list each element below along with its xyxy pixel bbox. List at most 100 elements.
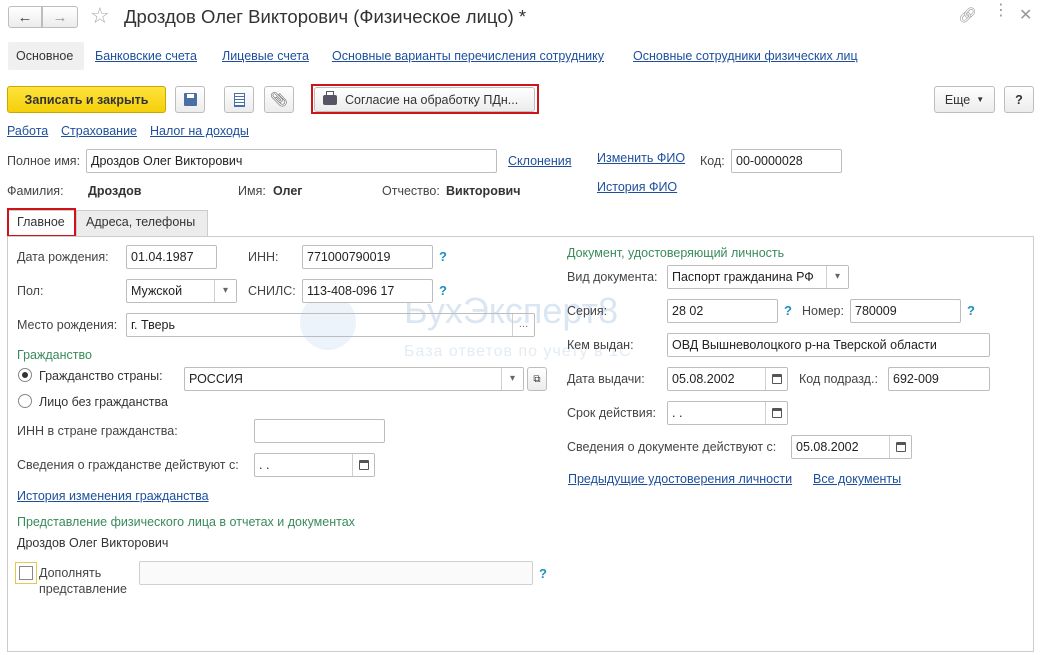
code-input[interactable]: 00-0000028 — [731, 149, 842, 173]
birth-place-input[interactable]: г. Тверь… — [126, 313, 535, 337]
link-icon[interactable]: 🔗︎ — [958, 6, 977, 24]
dropdown-arrow-icon: ▾ — [501, 368, 523, 390]
declensions-link[interactable]: Склонения — [508, 154, 572, 168]
gender-select[interactable]: Мужской ▾ — [126, 279, 237, 303]
inn-foreign-label: ИНН в стране гражданства: — [17, 424, 178, 438]
forward-button[interactable]: → — [42, 6, 78, 28]
full-name-input[interactable]: Дроздов Олег Викторович — [86, 149, 497, 173]
vertical-dots-icon[interactable]: ⋮ — [993, 3, 1009, 19]
dropdown-arrow-icon: ▾ — [826, 266, 848, 288]
tab-addresses-label: Адреса, телефоны — [86, 215, 196, 229]
snils-help-icon[interactable]: ? — [439, 283, 447, 298]
save-and-close-button[interactable]: Записать и закрыть — [7, 86, 166, 113]
help-button[interactable]: ? — [1004, 86, 1034, 113]
page-title: Дроздов Олег Викторович (Физическое лицо… — [124, 6, 527, 27]
attach-button[interactable]: 📎︎ — [264, 86, 294, 113]
doc-type-select[interactable]: Паспорт гражданина РФ ▾ — [667, 265, 849, 289]
change-fio-link[interactable]: Изменить ФИО — [597, 151, 685, 165]
validity-input[interactable]: . . — [667, 401, 788, 425]
series-help-icon[interactable]: ? — [784, 303, 792, 318]
calendar-icon[interactable] — [765, 368, 787, 390]
surname-label: Фамилия: — [7, 184, 64, 198]
supplement-input[interactable] — [139, 561, 533, 585]
gender-label: Пол: — [17, 284, 44, 298]
citizenship-from-label: Сведения о гражданстве действуют с: — [17, 458, 239, 472]
birth-place-label: Место рождения: — [17, 318, 118, 332]
supplement-label-2: представление — [39, 582, 127, 596]
supplement-label-1: Дополнять — [39, 566, 102, 580]
paperclip-icon: 📎︎ — [270, 91, 288, 107]
doc-header: Документ, удостоверяющий личность — [567, 246, 785, 260]
issue-date-input[interactable]: 05.08.2002 — [667, 367, 788, 391]
citizenship-from-input[interactable]: . . — [254, 453, 375, 477]
highlight-print-button — [311, 84, 539, 114]
radio-citizenship-country[interactable] — [18, 368, 32, 382]
doc-valid-from-input[interactable]: 05.08.2002 — [791, 435, 912, 459]
arrow-right-icon: → — [52, 8, 68, 26]
ellipsis-icon[interactable]: … — [512, 314, 534, 336]
representation-value: Дроздов Олег Викторович — [17, 536, 169, 550]
link-work[interactable]: Работа — [7, 124, 48, 138]
calendar-icon[interactable] — [352, 454, 374, 476]
nav-tab-main-label: Основное — [16, 49, 74, 63]
open-country-button[interactable]: ⧉ — [527, 367, 547, 391]
code-label: Код: — [700, 154, 725, 168]
name-value: Олег — [273, 184, 303, 198]
supplement-help-icon[interactable]: ? — [539, 566, 547, 581]
surname-value: Дроздов — [88, 184, 142, 198]
citizenship-history-link[interactable]: История изменения гражданства — [17, 489, 209, 503]
full-name-label: Полное имя: — [7, 154, 81, 168]
series-input[interactable]: 28 02 — [667, 299, 778, 323]
more-button[interactable]: Еще ▼ — [934, 86, 995, 113]
list-document-icon — [233, 92, 245, 107]
doc-valid-from-label: Сведения о документе действуют с: — [567, 440, 777, 454]
link-income-tax[interactable]: Налог на доходы — [150, 124, 249, 138]
all-docs-link[interactable]: Все документы — [813, 472, 901, 486]
representation-header: Представление физического лица в отчетах… — [17, 515, 355, 529]
radio-stateless[interactable] — [18, 394, 32, 408]
birth-date-label: Дата рождения: — [17, 250, 109, 264]
nav-tab-main-employees[interactable]: Основные сотрудники физических лиц — [633, 49, 858, 63]
dept-code-label: Код подразд.: — [799, 372, 878, 386]
star-icon[interactable]: ☆ — [90, 3, 110, 29]
citizenship-country-input[interactable]: РОССИЯ ▾ — [184, 367, 524, 391]
calendar-icon[interactable] — [765, 402, 787, 424]
citizenship-country-label: Гражданство страны: — [39, 369, 163, 383]
inn-foreign-input[interactable] — [254, 419, 385, 443]
arrow-left-icon: ← — [17, 8, 33, 26]
birth-date-input[interactable]: 01.04.1987 — [126, 245, 217, 269]
validity-label: Срок действия: — [567, 406, 656, 420]
number-input[interactable]: 780009 — [850, 299, 961, 323]
post-button[interactable] — [224, 86, 254, 113]
close-icon[interactable]: ✕ — [1019, 5, 1032, 25]
issued-by-input[interactable]: ОВД Вышневолоцкого р-на Тверской области — [667, 333, 990, 357]
supplement-checkbox[interactable] — [15, 562, 37, 584]
name-label: Имя: — [238, 184, 266, 198]
save-button[interactable] — [175, 86, 205, 113]
snils-label: СНИЛС: — [248, 284, 296, 298]
number-label: Номер: — [802, 304, 844, 318]
nav-tab-bank-accounts[interactable]: Банковские счета — [95, 49, 197, 63]
snils-input[interactable]: 113-408-096 17 — [302, 279, 433, 303]
dept-code-input[interactable]: 692-009 — [888, 367, 990, 391]
inn-input[interactable]: 771000790019 — [302, 245, 433, 269]
stateless-label: Лицо без гражданства — [39, 395, 168, 409]
issued-by-label: Кем выдан: — [567, 338, 634, 352]
nav-tab-personal-accounts[interactable]: Лицевые счета — [222, 49, 309, 63]
patronymic-label: Отчество: — [382, 184, 440, 198]
nav-tab-transfer-options[interactable]: Основные варианты перечисления сотрудник… — [332, 49, 604, 63]
floppy-disk-icon — [183, 93, 197, 106]
dropdown-arrow-icon: ▾ — [214, 280, 236, 302]
doc-type-label: Вид документа: — [567, 270, 658, 284]
link-insurance[interactable]: Страхование — [61, 124, 137, 138]
number-help-icon[interactable]: ? — [967, 303, 975, 318]
issue-date-label: Дата выдачи: — [567, 372, 645, 386]
citizenship-header: Гражданство — [17, 348, 92, 362]
prev-docs-link[interactable]: Предыдущие удостоверения личности — [568, 472, 792, 486]
series-label: Серия: — [567, 304, 608, 318]
inn-help-icon[interactable]: ? — [439, 249, 447, 264]
fio-history-link[interactable]: История ФИО — [597, 180, 677, 194]
back-button[interactable]: ← — [8, 6, 42, 28]
calendar-icon[interactable] — [889, 436, 911, 458]
inn-label: ИНН: — [248, 250, 279, 264]
